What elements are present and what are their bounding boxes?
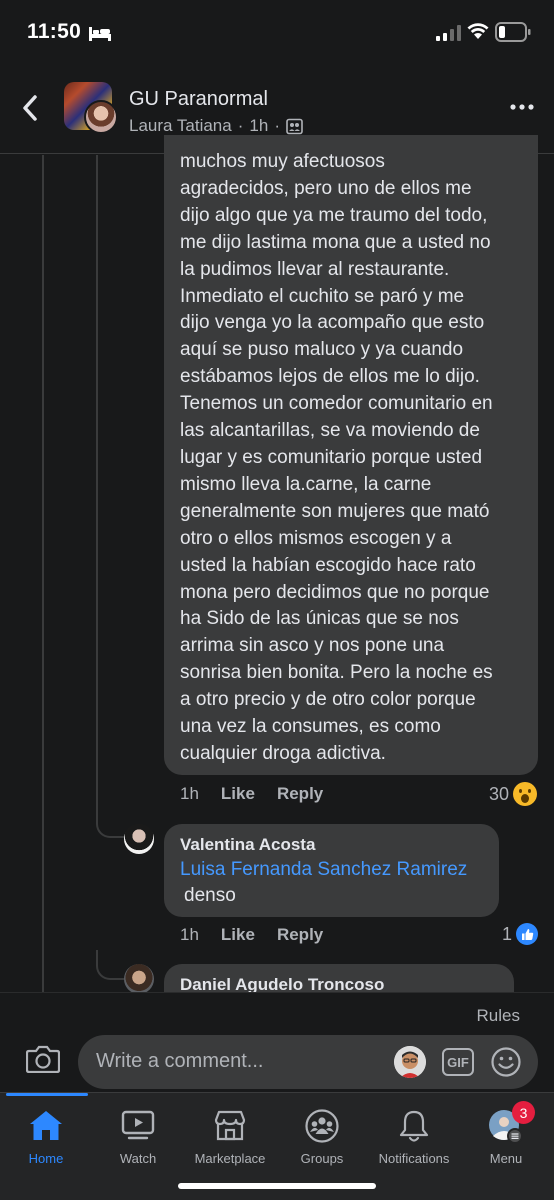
comment-input[interactable]: Write a comment... GIF xyxy=(78,1035,538,1089)
reply-actions: 1h Like Reply xyxy=(180,925,323,945)
tab-label: Menu xyxy=(489,1151,523,1166)
comment-composer: Rules Write a comment... GIF xyxy=(0,992,554,1092)
meta-separator-2: · xyxy=(274,116,280,135)
avatar-sticker-icon[interactable] xyxy=(394,1046,426,1078)
reply-avatar[interactable] xyxy=(124,824,154,854)
tab-label: Marketplace xyxy=(194,1151,266,1166)
author-avatar[interactable] xyxy=(84,100,118,134)
tab-menu[interactable]: Menu xyxy=(460,1093,552,1200)
mention-link[interactable]: Luisa Fernanda Sanchez Ramirez xyxy=(180,859,483,881)
like-button[interactable]: Like xyxy=(221,925,255,945)
wow-reaction-icon xyxy=(513,782,538,806)
group-name[interactable]: GU Paranormal xyxy=(129,88,268,111)
bell-icon xyxy=(399,1110,429,1142)
comment-text-line: generalmente son mujeres que mató xyxy=(180,500,490,522)
tab-label: Home xyxy=(28,1151,64,1166)
status-time: 11:50 xyxy=(27,20,82,43)
comment-text-line: una vez la consumes, es como xyxy=(180,716,441,738)
tab-label: Notifications xyxy=(378,1151,450,1166)
comment-text-line: la pudimos llevar al restaurante. xyxy=(180,258,450,280)
comment-text-line: sonrisa bien bonita. Pero la noche es xyxy=(180,662,493,684)
thread-connector xyxy=(96,808,124,838)
sleep-mode-icon xyxy=(89,27,111,41)
tab-label: Groups xyxy=(300,1151,344,1166)
marketplace-icon xyxy=(214,1110,246,1141)
meta-separator: · xyxy=(237,116,244,135)
comment-text-line: lugar y es comunitario porque usted xyxy=(180,446,483,468)
notification-badge: 3 xyxy=(512,1101,535,1124)
emoji-icon[interactable] xyxy=(490,1046,522,1078)
groups-icon xyxy=(305,1109,339,1143)
reply-author-name[interactable]: Valentina Acosta xyxy=(180,835,483,855)
like-button[interactable]: Like xyxy=(221,784,255,804)
reaction-summary[interactable]: 1 xyxy=(502,923,539,945)
comment-text-line: mona pero decidimos que no porque xyxy=(180,581,490,603)
gif-icon[interactable]: GIF xyxy=(442,1048,474,1076)
reaction-count: 1 xyxy=(502,923,513,944)
comment-text-line: ha Sido de las únicas que se nos xyxy=(180,608,459,630)
home-indicator xyxy=(178,1183,376,1189)
comment-text-line: estábamos lejos de ellos me lo dijo. xyxy=(180,366,480,388)
comment-text-line: Inmediato el cuchito se paró y me xyxy=(180,285,465,307)
comment-text-line: me dijo lastima mona que a usted no xyxy=(180,231,491,253)
reaction-summary[interactable]: 30 xyxy=(489,782,538,806)
wifi-icon xyxy=(467,23,489,39)
back-chevron-icon[interactable] xyxy=(20,94,40,122)
camera-icon[interactable] xyxy=(26,1045,60,1073)
comment-time: 1h xyxy=(180,784,199,803)
post-time: 1h xyxy=(249,116,269,135)
more-options-icon[interactable] xyxy=(510,104,534,110)
thread-line-inner xyxy=(96,155,98,815)
cellular-signal-icon xyxy=(436,25,461,41)
post-meta: Laura Tatiana · 1h · xyxy=(129,116,303,136)
group-members-icon xyxy=(286,118,303,134)
comment-text-line: Tenemos un comedor comunitario en xyxy=(180,393,493,415)
comment-text-line: mismo lleva la.carne, la carne xyxy=(180,473,432,495)
watch-icon xyxy=(121,1110,155,1140)
comment-actions: 1h Like Reply xyxy=(180,784,323,804)
tab-notifications[interactable]: Notifications xyxy=(368,1093,460,1200)
comment-text-line: las alcantarillas, se va moviendo de xyxy=(180,420,480,442)
status-bar: 11:50 xyxy=(0,0,554,66)
reply-text: denso xyxy=(184,885,236,906)
comment-placeholder: Write a comment... xyxy=(96,1050,264,1072)
reaction-count: 30 xyxy=(489,783,510,804)
comment-text-line: arrima sin asco y nos pone una xyxy=(180,635,445,657)
tab-home[interactable]: Home xyxy=(0,1093,92,1200)
battery-icon xyxy=(495,22,531,42)
comment-text-line: a otro precio y de otro color porque xyxy=(180,689,476,711)
reply-button[interactable]: Reply xyxy=(277,925,323,945)
comment-text-line: cualquier droga adictiva. xyxy=(180,742,386,764)
comment-text-line: dijo venga yo la acompaño que esto xyxy=(180,312,485,334)
thread-line-outer xyxy=(42,155,44,992)
comment-text-line: dijo algo que ya me traumo del todo, xyxy=(180,204,488,226)
author-name[interactable]: Laura Tatiana xyxy=(129,116,232,136)
comment-text-line: muchos muy afectuosos xyxy=(180,151,385,172)
reply-button[interactable]: Reply xyxy=(277,784,323,804)
comment-text-line: otro o ellos mismos escogen y a xyxy=(180,527,452,549)
comment-text-line: usted la habían escogido hace rato xyxy=(180,554,476,576)
reply-avatar[interactable] xyxy=(124,964,154,994)
comment-bubble: muchos muy afectuosos agradecidos, pero … xyxy=(164,135,538,775)
thread-connector-2 xyxy=(96,950,124,980)
comment-text-line: agradecidos, pero uno de ellos me xyxy=(180,177,472,199)
home-icon xyxy=(30,1111,62,1140)
reply-time: 1h xyxy=(180,925,199,944)
rules-link[interactable]: Rules xyxy=(477,1006,520,1026)
tab-label: Watch xyxy=(119,1151,157,1166)
tab-watch[interactable]: Watch xyxy=(92,1093,184,1200)
like-reaction-icon xyxy=(516,923,539,945)
comment-text-line: aquí se puso maluco y ya cuando xyxy=(180,339,464,361)
reply-bubble: Valentina Acosta Luisa Fernanda Sanchez … xyxy=(164,824,499,917)
